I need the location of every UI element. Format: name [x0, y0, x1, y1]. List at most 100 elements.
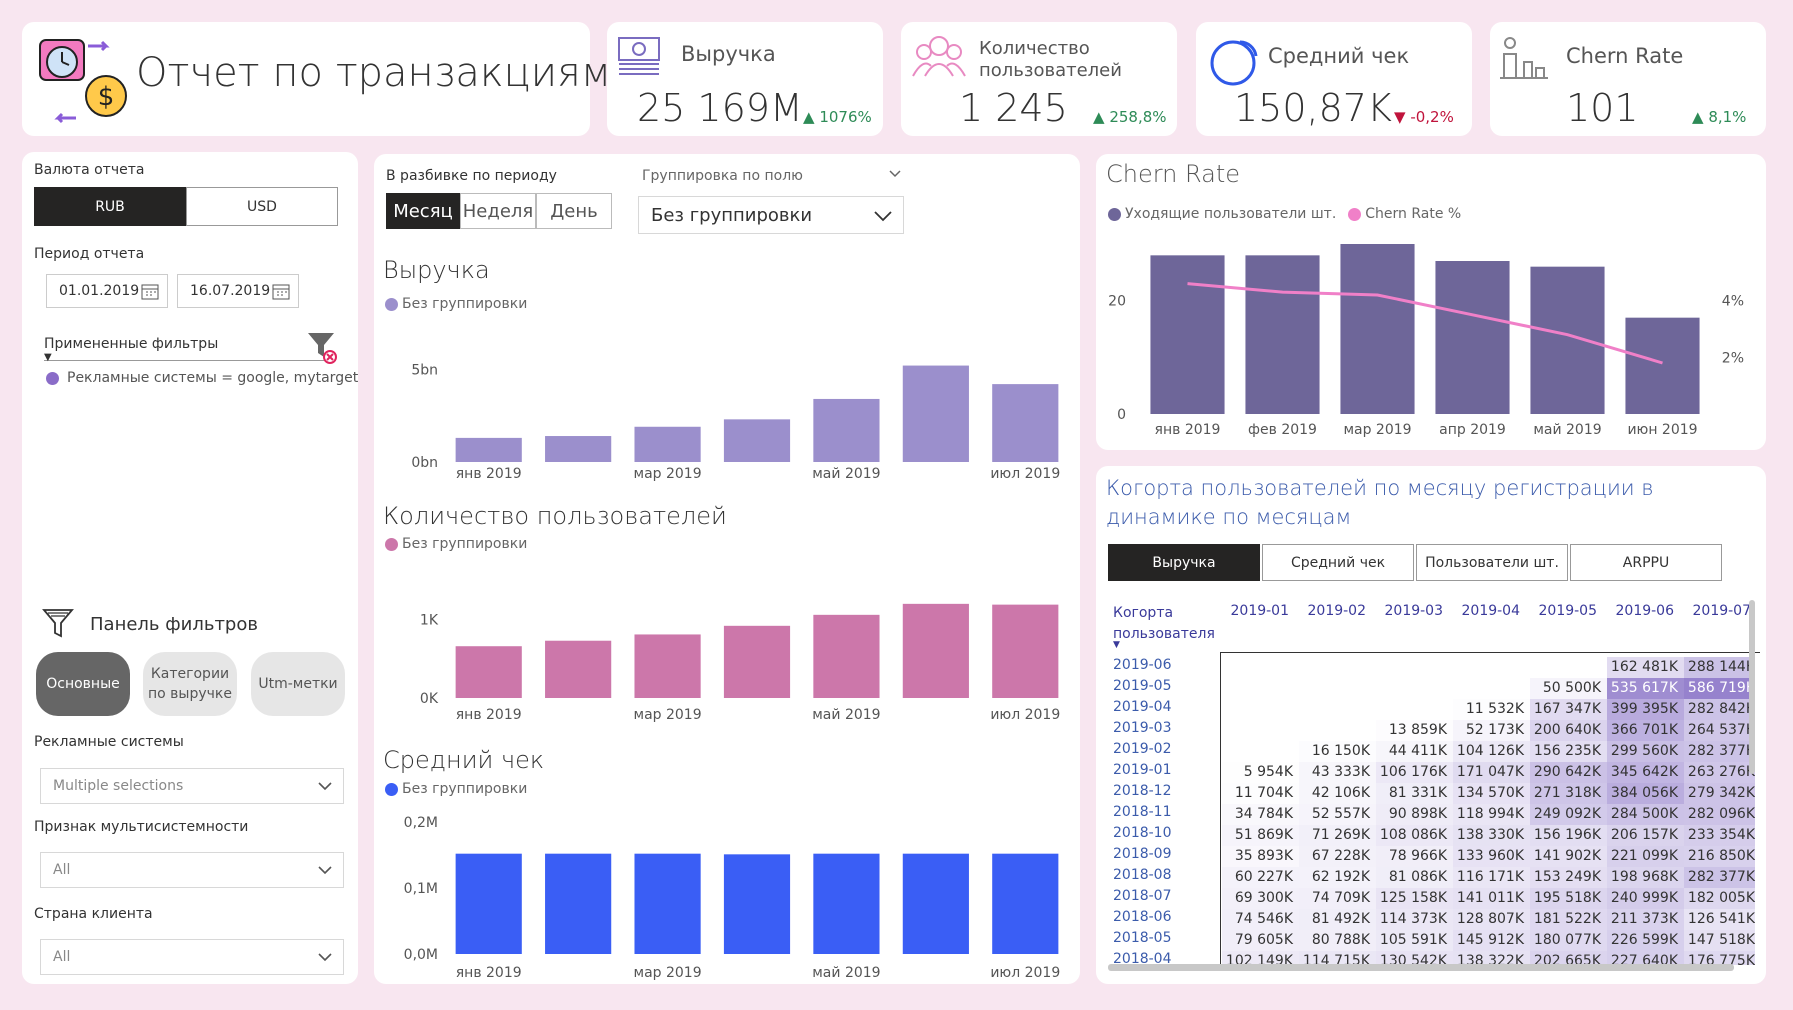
cohort-row-label[interactable]: 2018-05: [1113, 930, 1172, 946]
cohort-row-label[interactable]: 2019-03: [1113, 720, 1172, 736]
grouping-value: Без группировки: [651, 204, 813, 226]
chart-bar: [634, 853, 701, 954]
sort-desc-icon[interactable]: ▼: [1113, 640, 1120, 650]
cohort-row-label[interactable]: 2018-11: [1113, 804, 1172, 820]
calendar-icon[interactable]: [272, 283, 290, 300]
cohort-row-label[interactable]: 2018-06: [1113, 909, 1172, 925]
cohort-row-label[interactable]: 2019-02: [1113, 741, 1172, 757]
cohort-row-label[interactable]: 2018-07: [1113, 888, 1172, 904]
chart-bar: [455, 437, 522, 462]
currency-rub-button[interactable]: RUB: [34, 187, 186, 226]
table-cell: 34 784K: [1222, 804, 1299, 825]
country-dropdown[interactable]: All: [40, 939, 344, 975]
ad-systems-label: Рекламные системы: [34, 734, 184, 750]
x-tick-label: июл 2019: [990, 965, 1060, 981]
cohort-tab-users[interactable]: Пользователи шт.: [1416, 544, 1568, 581]
chart-bar: [902, 853, 969, 954]
chevron-down-icon[interactable]: ▼: [44, 352, 52, 363]
cohort-column-header[interactable]: 2019-04: [1453, 603, 1530, 619]
x-tick-label: июн 2019: [1627, 422, 1697, 438]
chart-bar: [634, 634, 701, 698]
table-cell: 90 898K: [1376, 804, 1453, 825]
table-cell: 71 269K: [1299, 825, 1376, 846]
multisystem-value: All: [53, 862, 71, 878]
table-cell: 16 150K: [1299, 741, 1376, 762]
cohort-column-header[interactable]: 2019-01: [1222, 603, 1299, 619]
table-cell: 366 701K: [1607, 720, 1684, 741]
chart-bar: [545, 436, 612, 462]
cohort-row-label[interactable]: 2019-04: [1113, 699, 1172, 715]
table-cell: 133 960K: [1453, 846, 1530, 867]
table-row: 162 481K 288 144K: [1222, 657, 1755, 678]
x-tick-label: май 2019: [812, 965, 880, 981]
avg-check-chart-title: Средний чек: [383, 746, 545, 774]
date-to-field[interactable]: 16.07.2019: [177, 274, 299, 308]
filter-tab-utm[interactable]: Utm-метки: [251, 652, 345, 716]
cohort-row-label[interactable]: 2018-10: [1113, 825, 1172, 841]
x-tick-label: мар 2019: [634, 707, 702, 723]
cohort-row-label[interactable]: 2019-06: [1113, 657, 1172, 673]
ad-systems-dropdown[interactable]: Multiple selections: [40, 768, 344, 804]
table-cell: [1376, 699, 1453, 720]
cohort-row-label[interactable]: 2019-01: [1113, 762, 1172, 778]
cohort-row-label[interactable]: 2018-08: [1113, 867, 1172, 883]
kpi-delta: ▲ 1076%: [803, 108, 872, 126]
table-cell: 176 775K: [1684, 951, 1755, 965]
horizontal-scrollbar[interactable]: [1108, 964, 1734, 971]
chevron-down-icon[interactable]: [888, 168, 902, 180]
period-tab-month[interactable]: Месяц: [386, 193, 460, 229]
currency-label: Валюта отчета: [34, 162, 145, 178]
x-tick-label: янв 2019: [456, 707, 522, 723]
period-tab-day[interactable]: День: [536, 193, 612, 229]
chart-bar: [723, 419, 791, 462]
cohort-tab-revenue[interactable]: Выручка: [1108, 544, 1260, 581]
kpi-title: Средний чек: [1268, 44, 1410, 68]
table-row: 74 546K 81 492K 114 373K 128 807K 181 522K 21…: [1222, 909, 1755, 930]
ring-icon: [1210, 40, 1258, 86]
cohort-row-label[interactable]: 2019-05: [1113, 678, 1172, 694]
table-cell: 114 373K: [1376, 909, 1453, 930]
table-cell: 62 192K: [1299, 867, 1376, 888]
cohort-tab-avg-check[interactable]: Средний чек: [1262, 544, 1414, 581]
multisystem-label: Признак мультисистемности: [34, 819, 249, 835]
table-cell: 138 330K: [1453, 825, 1530, 846]
table-row: 16 150K 44 411K 104 126K 156 235K 299 560K 28…: [1222, 741, 1755, 762]
vertical-scrollbar[interactable]: [1749, 600, 1755, 774]
cohort-row-label[interactable]: 2018-09: [1113, 846, 1172, 862]
table-cell: 102 149K: [1222, 951, 1299, 965]
chart-bar: [723, 854, 791, 954]
chart-bar: [813, 614, 880, 698]
multisystem-dropdown[interactable]: All: [40, 852, 344, 888]
legend-dot: [1108, 207, 1121, 221]
cohort-column-header[interactable]: 2019-03: [1376, 603, 1453, 619]
cohort-row-label[interactable]: 2018-12: [1113, 783, 1172, 799]
table-cell: 249 092K: [1530, 804, 1607, 825]
table-cell: 106 176K: [1376, 762, 1453, 783]
revenue-chart-title: Выручка: [383, 256, 490, 284]
cohort-column-header[interactable]: 2019-05: [1530, 603, 1607, 619]
table-cell: [1376, 678, 1453, 699]
table-cell: 206 157K: [1607, 825, 1684, 846]
legend-label: Без группировки: [402, 536, 528, 552]
cohort-column-header[interactable]: 2019-06: [1607, 603, 1684, 619]
table-cell: 182 005K: [1684, 888, 1755, 909]
filter-tab-main[interactable]: Основные: [36, 652, 130, 716]
cohort-column-header[interactable]: 2019-02: [1299, 603, 1376, 619]
filter-tab-categories[interactable]: Категории по выручке: [143, 652, 237, 716]
table-cell: 282 377K: [1684, 867, 1755, 888]
chart-bar: [813, 398, 880, 462]
grouping-dropdown[interactable]: Без группировки: [638, 196, 904, 234]
period-tab-week[interactable]: Неделя: [460, 193, 536, 229]
cohort-tab-arppu[interactable]: ARPPU: [1570, 544, 1722, 581]
chevron-down-icon: [318, 782, 332, 791]
date-from-field[interactable]: 01.01.2019: [46, 274, 168, 308]
x-tick-label: фев 2019: [1248, 422, 1317, 438]
calendar-icon[interactable]: [141, 283, 159, 300]
y-tick-label-right: 2%: [1722, 350, 1744, 366]
currency-usd-button[interactable]: USD: [186, 187, 338, 226]
table-cell: 141 902K: [1530, 846, 1607, 867]
table-cell: 216 850K: [1684, 846, 1755, 867]
table-cell: 134 570K: [1453, 783, 1530, 804]
clear-filter-icon[interactable]: [306, 330, 338, 366]
churn-bar: [1530, 266, 1605, 414]
